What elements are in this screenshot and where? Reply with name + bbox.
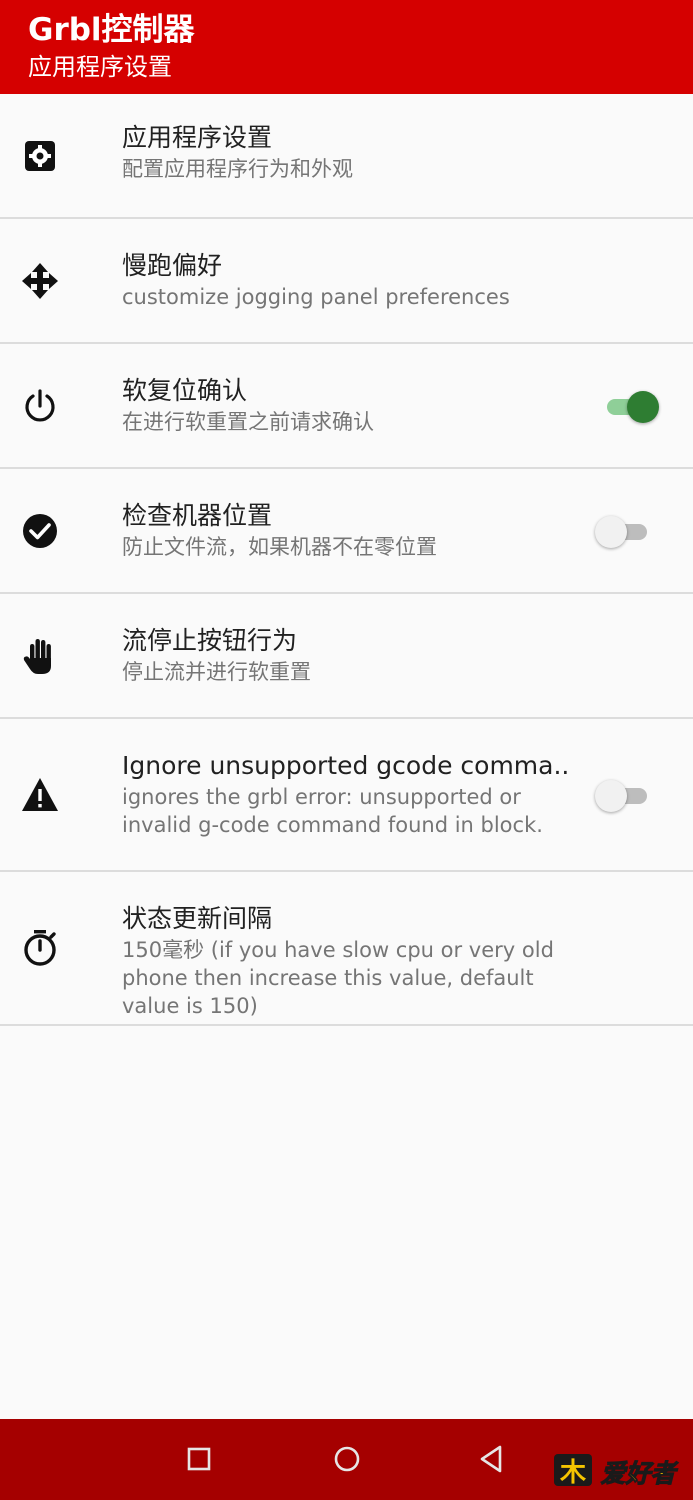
setting-label: 检查机器位置 bbox=[122, 501, 273, 530]
watermark-text: 爱好者 bbox=[600, 1459, 679, 1488]
move-arrows-icon bbox=[20, 261, 60, 301]
setting-label: 状态更新间隔 bbox=[122, 904, 273, 933]
switch-thumb bbox=[627, 390, 659, 423]
setting-stream-stop-behaviour[interactable]: 流停止按钮行为 停止流并进行软重置 bbox=[0, 594, 693, 719]
recent-apps-icon bbox=[187, 1447, 211, 1471]
setting-summary: 在进行软重置之前请求确认 bbox=[122, 410, 374, 434]
setting-label: Ignore unsupported gcode comma.. bbox=[122, 751, 570, 780]
setting-summary: customize jogging panel preferences bbox=[122, 285, 510, 309]
app-title: Grbl控制器 bbox=[28, 12, 195, 48]
stopwatch-icon bbox=[20, 928, 60, 968]
page-subtitle: 应用程序设置 bbox=[28, 53, 172, 81]
setting-check-machine-position[interactable]: 检查机器位置 防止文件流，如果机器不在零位置 bbox=[0, 469, 693, 594]
svg-text:木: 木 bbox=[559, 1458, 586, 1488]
setting-label: 流停止按钮行为 bbox=[122, 626, 298, 655]
back-icon bbox=[480, 1445, 502, 1473]
hand-stop-icon bbox=[20, 636, 60, 676]
power-icon bbox=[20, 386, 60, 426]
home-button[interactable] bbox=[325, 1437, 369, 1481]
setting-jogging-preferences[interactable]: 慢跑偏好 customize jogging panel preferences bbox=[0, 219, 693, 344]
setting-soft-reset-confirm[interactable]: 软复位确认 在进行软重置之前请求确认 bbox=[0, 344, 693, 469]
setting-app-settings[interactable]: 应用程序设置 配置应用程序行为和外观 bbox=[0, 94, 693, 219]
check-position-toggle[interactable] bbox=[595, 513, 649, 549]
gear-icon bbox=[20, 136, 60, 176]
recent-apps-button[interactable] bbox=[177, 1437, 221, 1481]
watermark-logo: 木 爱好者 bbox=[552, 1450, 682, 1494]
soft-reset-toggle[interactable] bbox=[605, 388, 659, 424]
setting-summary: 配置应用程序行为和外观 bbox=[122, 157, 353, 181]
setting-label: 应用程序设置 bbox=[122, 123, 273, 152]
setting-label: 软复位确认 bbox=[122, 376, 248, 405]
setting-summary: 防止文件流，如果机器不在零位置 bbox=[122, 535, 437, 559]
switch-thumb bbox=[595, 779, 627, 812]
switch-thumb bbox=[595, 515, 627, 548]
setting-label: 慢跑偏好 bbox=[122, 251, 223, 280]
setting-summary: 停止流并进行软重置 bbox=[122, 660, 311, 684]
setting-status-update-interval[interactable]: 状态更新间隔 150毫秒 (if you have slow cpu or ve… bbox=[0, 872, 693, 1026]
setting-summary: 150毫秒 (if you have slow cpu or very old … bbox=[122, 938, 554, 1018]
app-bar: Grbl控制器 应用程序设置 bbox=[0, 0, 693, 94]
setting-summary: ignores the grbl error: unsupported or i… bbox=[122, 785, 543, 837]
check-circle-icon bbox=[20, 511, 60, 551]
settings-list: 应用程序设置 配置应用程序行为和外观 慢跑偏好 customize joggin… bbox=[0, 94, 693, 1026]
home-icon bbox=[334, 1446, 360, 1472]
warning-icon bbox=[20, 775, 60, 815]
setting-ignore-unsupported-gcode[interactable]: Ignore unsupported gcode comma.. ignores… bbox=[0, 719, 693, 872]
back-button[interactable] bbox=[470, 1437, 514, 1481]
ignore-gcode-toggle[interactable] bbox=[595, 777, 649, 813]
